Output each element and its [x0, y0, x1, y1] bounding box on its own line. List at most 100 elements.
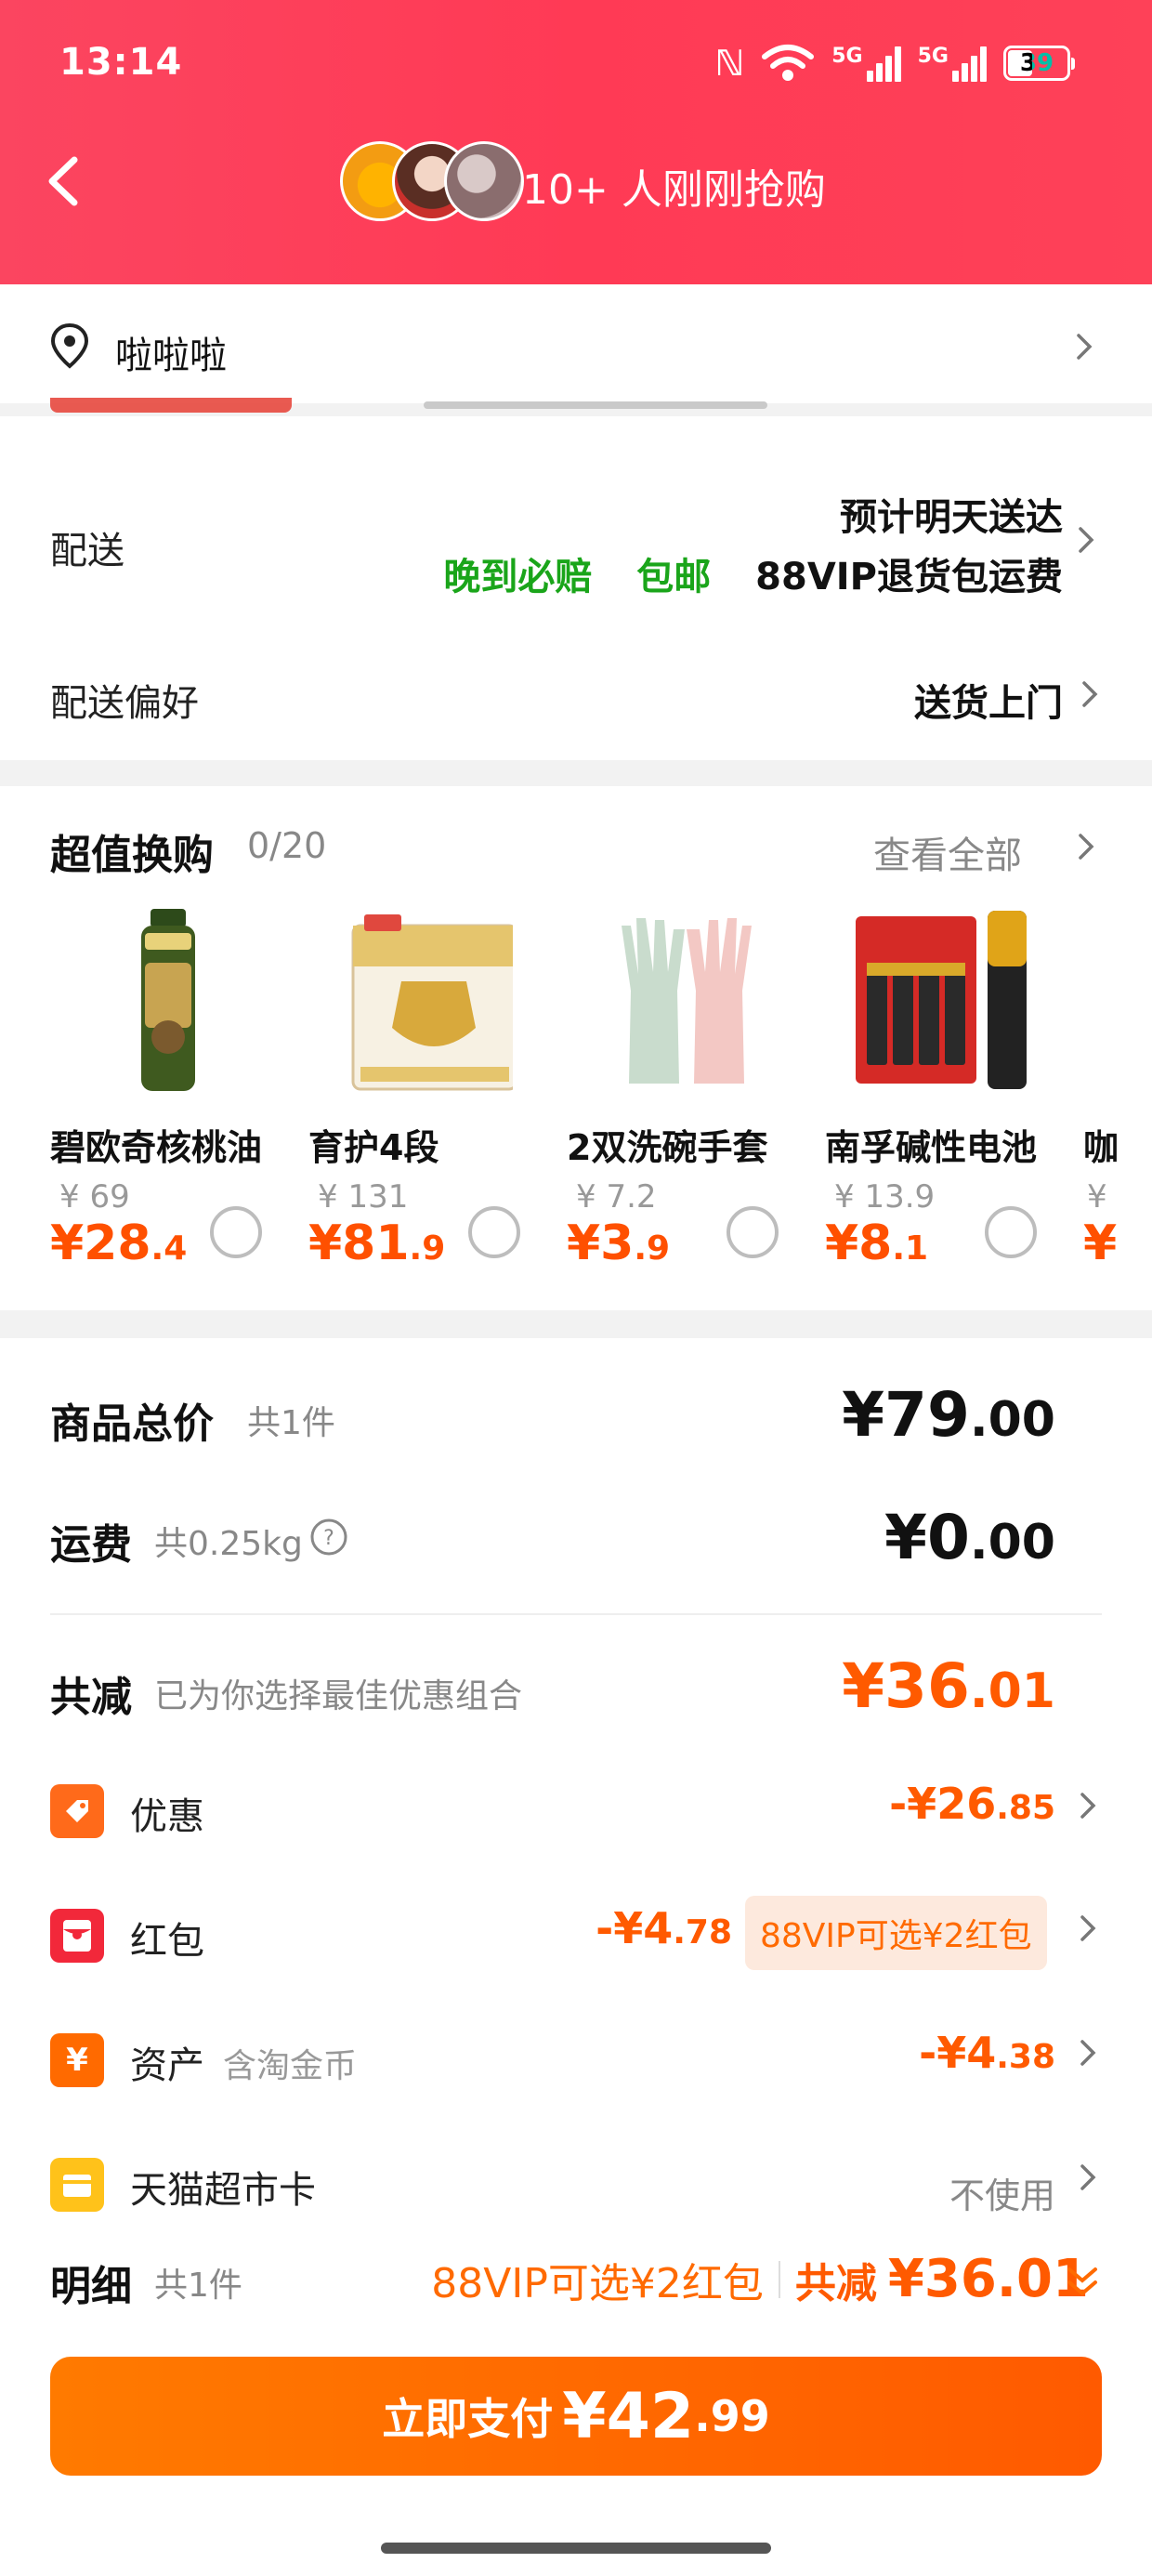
nfc-icon: ℕ [714, 43, 745, 84]
total-discount-label: 共减 [50, 1674, 132, 1721]
red-packet-value[interactable]: -¥4.78 [596, 1903, 732, 1953]
price-int: ¥8 [825, 1216, 893, 1271]
status-time: 13:14 [59, 41, 183, 84]
detail-total-label: 共减 [794, 2259, 877, 2307]
shipping-weight: 共0.25kg [154, 1525, 303, 1563]
late-compensation-tag: 晚到必赔 [443, 556, 593, 598]
swap-title: 超值换购 [50, 832, 214, 879]
signal-icon [866, 45, 901, 82]
price-dec: .85 [996, 1789, 1055, 1827]
separator [778, 2260, 780, 2298]
buyer-avatars [340, 141, 524, 221]
clipped-text [424, 401, 767, 409]
price-dec: .78 [673, 1913, 732, 1952]
yen-icon: ¥ [50, 2033, 104, 2087]
detail-total-value: ¥36.01 [887, 2249, 1089, 2309]
view-all-link[interactable]: 查看全部 [873, 825, 1022, 879]
swap-product-card-clipped[interactable]: 咖 ¥ ¥ [1083, 907, 1152, 1297]
swap-product-card[interactable]: 2双洗碗手套 ¥ 7.2 ¥3.9 [567, 907, 808, 1271]
supermarket-card-value[interactable]: 不使用 [949, 2167, 1055, 2218]
home-indicator[interactable] [381, 2543, 771, 2554]
chevron-right-icon [1077, 334, 1093, 360]
asset-label: 资产 [130, 2044, 204, 2087]
wifi-icon [762, 45, 815, 81]
top-header: 13:14 ℕ 5G 5G 39 10+ 人刚刚抢购 [0, 0, 1152, 284]
shipping-label: 运费 [50, 1521, 132, 1569]
walnut-oil-image [141, 909, 195, 1091]
product-original-price: ¥ 13.9 [834, 1178, 936, 1216]
goods-total-value: ¥79.00 [842, 1379, 1055, 1451]
swap-product-card[interactable]: 育护4段 ¥ 131 ¥81.9 [308, 907, 550, 1271]
price-dec: .9 [409, 1229, 446, 1268]
price-dec: .00 [969, 1515, 1055, 1571]
free-shipping-tag: 包邮 [636, 556, 712, 598]
recent-buyers-text: 10+ 人刚刚抢购 [522, 166, 826, 214]
delivery-tags[interactable]: 晚到必赔 包邮 88VIP退货包运费 [443, 546, 1063, 600]
pay-now-button[interactable]: 立即支付 ¥42 .99 [50, 2357, 1102, 2476]
price-int: ¥81 [308, 1216, 410, 1271]
chevron-right-icon [1080, 1915, 1096, 1941]
pay-amount-int: ¥42 [562, 2379, 695, 2453]
status-icons: ℕ 5G 5G 39 [714, 43, 1075, 84]
delivery-preference-value[interactable]: 送货上门 [914, 673, 1063, 727]
price-dec: .9 [634, 1229, 671, 1268]
help-icon[interactable]: ? [308, 1517, 349, 1557]
select-radio[interactable] [210, 1206, 262, 1258]
chevron-right-icon [1080, 2040, 1096, 2066]
product-name: 碧欧奇核桃油 [50, 1127, 263, 1168]
address-text[interactable]: 啦啦啦 [115, 325, 227, 379]
detail-label: 明细 [50, 2263, 132, 2310]
price-int: ¥79 [842, 1379, 970, 1451]
network-label: 5G [831, 45, 863, 68]
price-int: -¥4 [596, 1903, 674, 1953]
price-int: ¥3 [567, 1216, 635, 1271]
goods-total-label: 商品总价 [50, 1400, 214, 1448]
delivery-preference-label: 配送偏好 [50, 682, 199, 725]
select-radio[interactable] [985, 1206, 1037, 1258]
price-dec: .4 [151, 1229, 188, 1268]
price-dec: .38 [996, 2038, 1055, 2076]
product-original-price: ¥ 7.2 [576, 1178, 657, 1216]
chevron-right-icon [1080, 1793, 1096, 1819]
product-original-price: ¥ [1087, 1178, 1107, 1216]
product-swap-price: ¥81.9 [308, 1216, 445, 1271]
product-original-price: ¥ 69 [59, 1178, 130, 1216]
detail-count: 共1件 [154, 2267, 242, 2305]
swap-count: 0/20 [247, 825, 327, 866]
delivery-card: 配送 预计明天送达 晚到必赔 包邮 88VIP退货包运费 配送偏好 送货上门 [0, 416, 1152, 760]
red-packet-vip-badge[interactable]: 88VIP可选¥2红包 [745, 1896, 1047, 1970]
product-name: 南孚碱性电池 [825, 1127, 1038, 1168]
chevron-double-down-icon[interactable] [1065, 2264, 1100, 2301]
coupon-value[interactable]: -¥26.85 [889, 1779, 1055, 1829]
product-name: 咖 [1083, 1127, 1119, 1168]
asset-sub: 含淘金币 [223, 2047, 358, 2085]
shipping-value: ¥0.00 [884, 1502, 1055, 1573]
location-pin-icon [50, 322, 89, 369]
price-dec: .00 [969, 1392, 1055, 1448]
select-radio[interactable] [468, 1206, 520, 1258]
gift-card-icon [50, 2158, 104, 2212]
swap-product-card[interactable]: 南孚碱性电池 ¥ 13.9 ¥8.1 [825, 907, 1067, 1271]
goods-count: 共1件 [247, 1404, 335, 1442]
price-dec: .1 [892, 1229, 929, 1268]
select-radio[interactable] [727, 1206, 779, 1258]
product-name: 育护4段 [308, 1127, 439, 1168]
avatar [444, 141, 524, 221]
clipped-banner [50, 398, 292, 413]
product-name: 2双洗碗手套 [567, 1127, 768, 1168]
coupon-icon [50, 1784, 104, 1838]
svg-text:?: ? [323, 1527, 334, 1550]
battery-icon: 39 [1003, 46, 1075, 81]
swap-product-card[interactable]: 碧欧奇核桃油 ¥ 69 ¥28.4 [50, 907, 292, 1271]
price-dec: .01 [969, 1663, 1055, 1719]
pay-amount-dec: .99 [694, 2391, 770, 2441]
vip-return-tag: 88VIP退货包运费 [755, 556, 1063, 598]
back-button[interactable] [37, 149, 93, 214]
network-label-2: 5G [917, 45, 949, 68]
asset-value[interactable]: -¥4.38 [919, 2028, 1055, 2078]
chevron-right-icon [1079, 834, 1094, 860]
delivery-eta[interactable]: 预计明天送达 [840, 487, 1063, 541]
price-int: ¥28 [50, 1216, 151, 1271]
detail-bar[interactable]: 明细 共1件 88VIP可选¥2红包 共减 ¥36.01 [0, 2230, 1152, 2333]
price-int: ¥36 [842, 1650, 970, 1722]
